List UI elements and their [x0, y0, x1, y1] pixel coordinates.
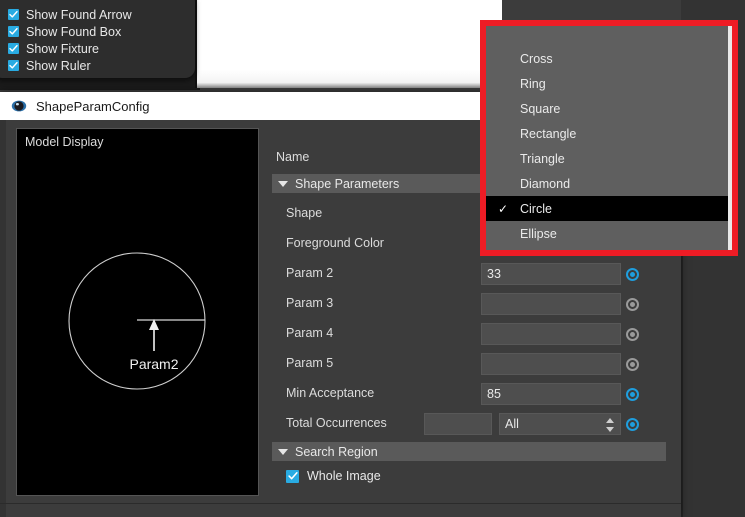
- checkbox-row-show-found-box[interactable]: Show Found Box: [8, 23, 195, 40]
- param-label: Param 2: [286, 266, 334, 280]
- image-viewport-gradient: [197, 70, 502, 88]
- param-2-radio[interactable]: [626, 268, 639, 281]
- param-5-input[interactable]: [481, 353, 621, 375]
- highlight-rectangle: [480, 20, 738, 256]
- section-header-search-region[interactable]: Search Region: [272, 442, 666, 461]
- checkbox-row-whole-image[interactable]: Whole Image: [286, 469, 381, 483]
- total-occurrences-select-value: All: [505, 417, 519, 431]
- checkbox-label: Show Found Arrow: [26, 7, 132, 22]
- param-label: Foreground Color: [286, 236, 384, 250]
- param-row-min-acceptance[interactable]: Min Acceptance 85: [268, 379, 667, 409]
- param-row-param-4[interactable]: Param 4: [268, 319, 667, 349]
- dialog-bottom-divider: [0, 503, 681, 504]
- total-occurrences-radio[interactable]: [626, 418, 639, 431]
- param-label: Param 5: [286, 356, 334, 370]
- checkbox-row-show-found-arrow[interactable]: Show Found Arrow: [8, 6, 195, 23]
- checkmark-icon: [8, 26, 19, 37]
- param-label: Param 4: [286, 326, 334, 340]
- model-display-panel[interactable]: Model Display Param2: [16, 128, 259, 496]
- dialog-title: ShapeParamConfig: [36, 98, 150, 114]
- display-options-popup: Show Found Arrow Show Found Box Show Fix…: [0, 0, 195, 78]
- param-row-param-2[interactable]: Param 2 33: [268, 259, 667, 289]
- param-label: Param 3: [286, 296, 334, 310]
- param-label: Total Occurrences: [286, 416, 387, 430]
- min-acceptance-input[interactable]: 85: [481, 383, 621, 405]
- chevron-down-icon: [278, 180, 288, 187]
- eye-icon: [11, 98, 27, 114]
- param-label: Min Acceptance: [286, 386, 375, 400]
- param-row-param-5[interactable]: Param 5: [268, 349, 667, 379]
- chevron-down-icon: [278, 448, 288, 455]
- section-header-label: Search Region: [295, 444, 378, 459]
- checkmark-icon: [8, 9, 19, 20]
- param-3-radio[interactable]: [626, 298, 639, 311]
- checkbox-row-show-fixture[interactable]: Show Fixture: [8, 40, 195, 57]
- checkbox-label: Show Fixture: [26, 41, 99, 56]
- param-2-input[interactable]: 33: [481, 263, 621, 285]
- checkbox-row-show-ruler[interactable]: Show Ruler: [8, 57, 195, 74]
- min-acceptance-radio[interactable]: [626, 388, 639, 401]
- checkbox-label: Show Ruler: [26, 58, 91, 73]
- checkbox-label: Whole Image: [307, 469, 381, 483]
- param-row-param-3[interactable]: Param 3: [268, 289, 667, 319]
- total-occurrences-input[interactable]: [424, 413, 492, 435]
- checkbox-label: Show Found Box: [26, 24, 122, 39]
- viewport-left-border: [195, 0, 197, 88]
- param-5-radio[interactable]: [626, 358, 639, 371]
- checkmark-icon: [8, 43, 19, 54]
- column-header-name: Name: [276, 150, 310, 164]
- dialog-left-edge: [0, 120, 6, 517]
- checkmark-icon: [8, 60, 19, 71]
- param-row-total-occurrences[interactable]: Total Occurrences All: [268, 409, 667, 439]
- total-occurrences-select[interactable]: All: [499, 413, 621, 435]
- section-header-label: Shape Parameters: [295, 176, 400, 191]
- param-3-input[interactable]: [481, 293, 621, 315]
- arrow-head: [149, 319, 159, 330]
- param-4-radio[interactable]: [626, 328, 639, 341]
- shape-preview-graphic: Param2: [68, 252, 206, 390]
- param-4-input[interactable]: [481, 323, 621, 345]
- shape-dropdown-popup: Cross Ring Square Rectangle Triangle Dia…: [480, 20, 738, 256]
- checkmark-icon: [286, 469, 299, 483]
- param-annotation-label: Param2: [129, 356, 178, 372]
- param-label: Shape: [286, 206, 323, 220]
- stepper-arrows-icon[interactable]: [605, 418, 614, 432]
